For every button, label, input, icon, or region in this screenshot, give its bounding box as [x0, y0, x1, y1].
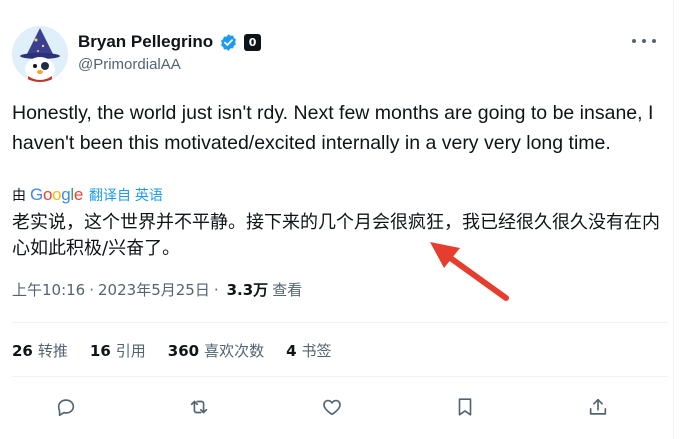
bookmarks-label: 书签	[301, 342, 332, 360]
more-options-icon[interactable]	[632, 32, 656, 50]
retweets-label: 转推	[37, 342, 68, 360]
translation-attribution: 由 Google 翻译自 英语	[12, 185, 163, 205]
meta-separator: ·	[89, 280, 95, 299]
translated-by-label: 由	[12, 187, 26, 203]
right-border	[673, 0, 674, 439]
meta-separator-2: ·	[213, 280, 219, 299]
tweet-header: Bryan Pellegrino 0 @PrimordialAA	[12, 26, 662, 82]
action-bar	[52, 392, 612, 422]
like-icon[interactable]	[318, 393, 346, 421]
share-icon[interactable]	[584, 393, 612, 421]
wizard-avatar-icon	[12, 26, 68, 82]
views-count: 3.3万	[226, 281, 269, 299]
affiliate-badge[interactable]: 0	[244, 33, 262, 51]
likes-stat[interactable]: 360 喜欢次数	[168, 340, 264, 361]
quotes-count: 16	[89, 341, 111, 360]
engagement-stats: 26 转推 16 引用 360 喜欢次数 4 书签	[12, 340, 354, 361]
bookmarks-count: 4	[286, 341, 297, 360]
quotes-label: 引用	[115, 342, 146, 360]
avatar[interactable]	[12, 26, 68, 82]
quotes-stat[interactable]: 16 引用	[90, 340, 146, 361]
display-name[interactable]: Bryan Pellegrino	[78, 32, 213, 52]
translated-text: 老实说，这个世界并不平静。接下来的几个月会很疯狂，我已经很久很久没有在内心如此积…	[12, 212, 660, 259]
tweet-time[interactable]: 上午10:16	[12, 279, 85, 300]
bookmarks-stat[interactable]: 4 书签	[286, 340, 331, 361]
translated-from-link[interactable]: 翻译自 英语	[89, 185, 163, 205]
views-label: 查看	[272, 281, 303, 299]
google-logo: Google	[30, 185, 84, 204]
retweet-icon[interactable]	[185, 393, 213, 421]
tweet-date[interactable]: 2023年5月25日	[98, 279, 210, 300]
retweets-count: 26	[12, 341, 33, 360]
likes-label: 喜欢次数	[204, 342, 265, 360]
divider	[12, 322, 668, 323]
tweet-meta: 上午10:16 · 2023年5月25日 · 3.3万 查看	[12, 279, 302, 300]
annotation-arrow-icon	[430, 242, 509, 301]
divider-2	[12, 376, 668, 377]
retweets-stat[interactable]: 26 转推	[12, 340, 68, 361]
likes-count: 360	[167, 341, 200, 360]
bookmark-icon[interactable]	[451, 393, 479, 421]
verified-badge-icon[interactable]	[219, 33, 238, 52]
handle[interactable]: @PrimordialAA	[78, 56, 181, 73]
tweet-text: Honestly, the world just isn't rdy. Next…	[12, 102, 654, 154]
reply-icon[interactable]	[52, 393, 80, 421]
name-row: Bryan Pellegrino 0	[78, 32, 262, 52]
